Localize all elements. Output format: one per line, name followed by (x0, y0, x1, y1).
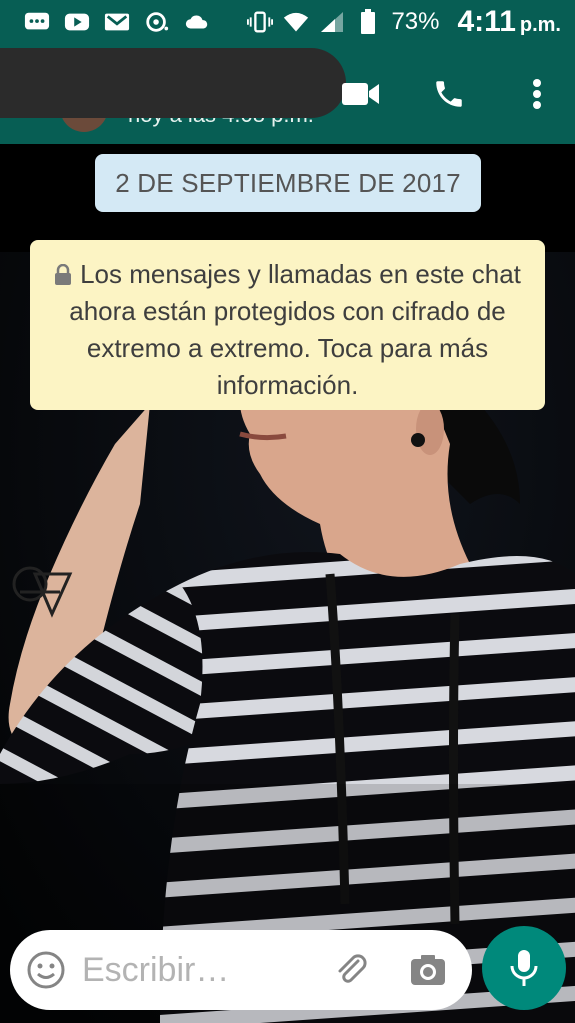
camera-icon (411, 955, 445, 985)
wifi-icon (283, 11, 309, 33)
status-bar: 73% 4:11 p.m. (0, 0, 575, 44)
chat-header[interactable]: hoy a las 4:08 p.m. (0, 44, 575, 144)
voice-call-icon (436, 81, 462, 107)
youtube-icon (64, 11, 90, 33)
battery-icon (355, 9, 381, 34)
camera-button[interactable] (408, 950, 448, 990)
attach-icon (338, 954, 367, 983)
messages-icon (24, 11, 50, 33)
encryption-notice[interactable]: Los mensajes y llamadas en este chat aho… (30, 240, 545, 410)
redacted-contact-name (0, 48, 346, 118)
emoji-button[interactable] (26, 950, 66, 990)
clock-time: 4:11 (457, 5, 516, 38)
date-chip: 2 DE SEPTIEMBRE DE 2017 (95, 154, 481, 212)
notification-icons (0, 11, 210, 33)
more-options-button[interactable] (517, 74, 557, 114)
signal-icon (319, 11, 345, 33)
more-options-icon (533, 79, 541, 109)
battery-percent: 73% (391, 8, 440, 35)
voice-record-button[interactable] (482, 926, 566, 1010)
message-input[interactable] (82, 944, 312, 996)
chat-area[interactable]: 2 DE SEPTIEMBRE DE 2017 Los mensajes y l… (0, 144, 575, 1023)
attach-button[interactable] (332, 950, 372, 990)
system-status: 73% 4:11 p.m. (247, 5, 575, 39)
clock: 4:11 p.m. (457, 5, 561, 39)
message-composer (10, 930, 472, 1010)
lock-icon (55, 264, 72, 285)
header-actions (341, 74, 557, 114)
encryption-notice-text: Los mensajes y llamadas en este chat aho… (69, 259, 521, 400)
cloud-icon (184, 11, 210, 33)
emoji-icon (27, 951, 65, 989)
vibrate-icon (247, 11, 274, 33)
chat-bubble-icon (144, 11, 170, 33)
voice-call-button[interactable] (429, 74, 469, 114)
video-call-button[interactable] (341, 74, 381, 114)
mic-icon (510, 950, 538, 986)
clock-suffix: p.m. (519, 14, 561, 36)
gmail-icon (104, 11, 130, 33)
video-call-icon (342, 83, 379, 105)
